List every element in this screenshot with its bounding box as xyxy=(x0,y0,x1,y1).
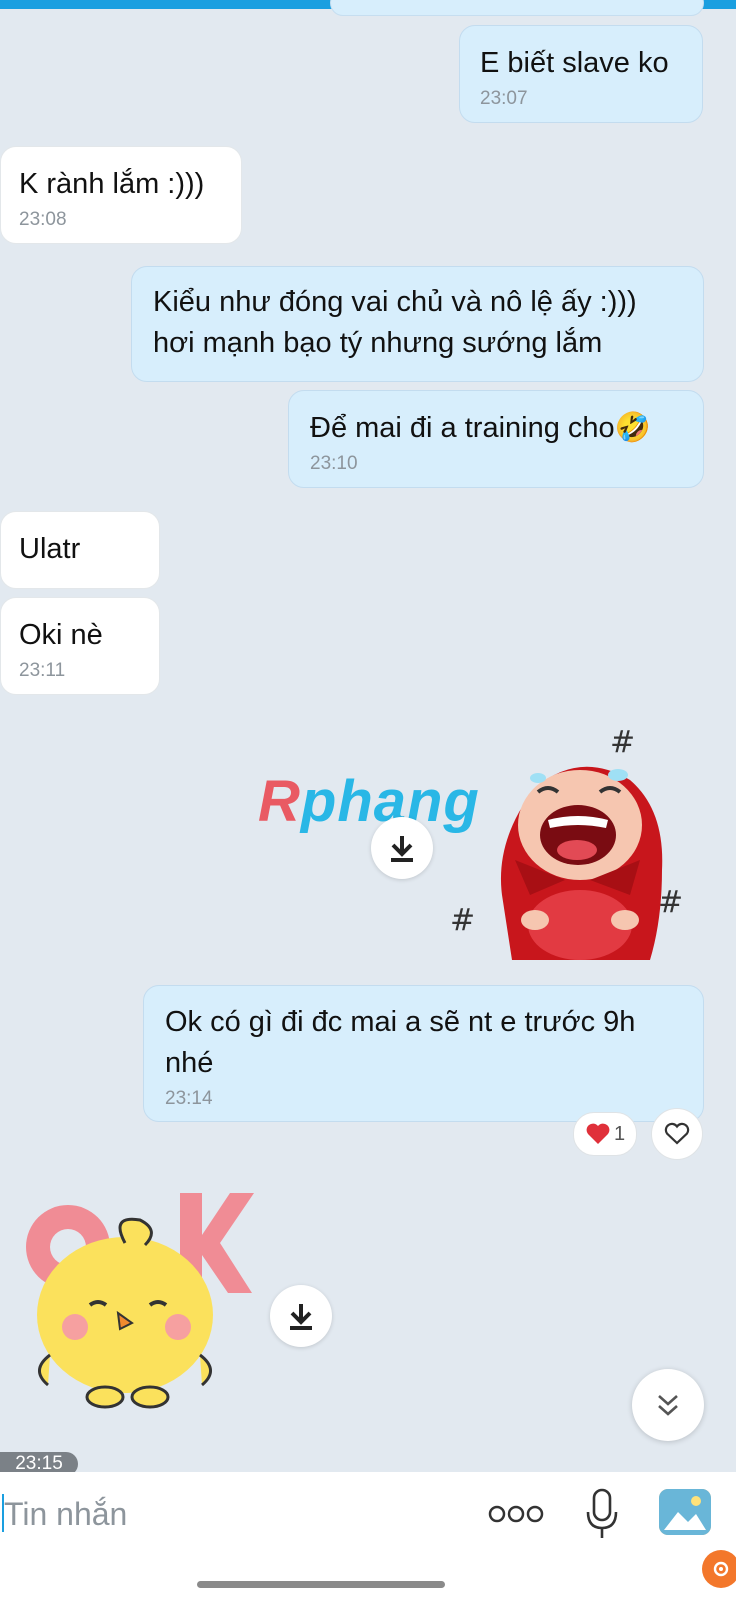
previous-message-bubble[interactable] xyxy=(330,0,704,16)
watermark-r: R xyxy=(258,769,301,834)
svg-text:#: # xyxy=(658,885,683,920)
link-icon xyxy=(713,1561,729,1577)
message-time: 23:07 xyxy=(480,88,528,109)
like-button[interactable] xyxy=(651,1108,703,1160)
message-time: 23:10 xyxy=(310,453,358,474)
message-text: Kiểu như đóng vai chủ và nô lệ ấy :))) h… xyxy=(153,286,637,359)
ok-chick-sticker[interactable] xyxy=(10,1185,260,1420)
message-bubble-incoming[interactable]: K rành lắm :))) 23:08 xyxy=(0,146,242,244)
message-time: 23:08 xyxy=(19,209,67,230)
download-sticker-button[interactable] xyxy=(270,1285,332,1347)
message-text: Để mai đi a training cho🤣 xyxy=(310,412,651,444)
svg-text:#: # xyxy=(610,725,635,760)
double-chevron-down-icon xyxy=(658,1395,678,1416)
message-bubble-outgoing[interactable]: Ok có gì đi đc mai a sẽ nt e trước 9h nh… xyxy=(143,985,704,1122)
download-sticker-button[interactable] xyxy=(371,817,433,879)
message-text: Ok có gì đi đc mai a sẽ nt e trước 9h nh… xyxy=(165,1006,636,1079)
message-bubble-outgoing[interactable]: Kiểu như đóng vai chủ và nô lệ ấy :))) h… xyxy=(131,266,704,382)
download-icon xyxy=(290,1304,312,1330)
reaction-summary[interactable]: 1 xyxy=(573,1112,637,1156)
message-text: K rành lắm :))) xyxy=(19,168,205,200)
download-icon xyxy=(391,836,413,862)
more-icon[interactable] xyxy=(488,1502,544,1526)
message-input[interactable]: Tin nhắn xyxy=(4,1496,127,1533)
scroll-to-bottom-button[interactable] xyxy=(632,1369,704,1441)
message-bubble-incoming[interactable]: Ulatr xyxy=(0,511,160,589)
message-time: 23:14 xyxy=(165,1088,213,1109)
reaction-count: 1 xyxy=(613,1122,626,1145)
message-time: 23:11 xyxy=(19,660,66,681)
message-text: Oki nè xyxy=(19,619,103,651)
message-bubble-incoming[interactable]: Oki nè 23:11 xyxy=(0,597,160,695)
message-bubble-outgoing[interactable]: Để mai đi a training cho🤣 23:10 xyxy=(288,390,704,488)
heart-icon xyxy=(586,1123,610,1144)
heart-outline-icon xyxy=(664,1122,690,1145)
message-bubble-outgoing[interactable]: E biết slave ko 23:07 xyxy=(459,25,703,123)
message-text: E biết slave ko xyxy=(480,47,669,79)
message-composer: Tin nhắn xyxy=(0,1472,736,1600)
laughing-girl-sticker[interactable]: # # # xyxy=(440,720,710,975)
badge-icon[interactable] xyxy=(702,1550,736,1588)
microphone-icon[interactable] xyxy=(585,1488,619,1540)
svg-text:#: # xyxy=(450,903,475,938)
message-text: Ulatr xyxy=(19,533,81,565)
home-indicator[interactable] xyxy=(197,1581,445,1588)
image-icon[interactable] xyxy=(658,1488,712,1536)
